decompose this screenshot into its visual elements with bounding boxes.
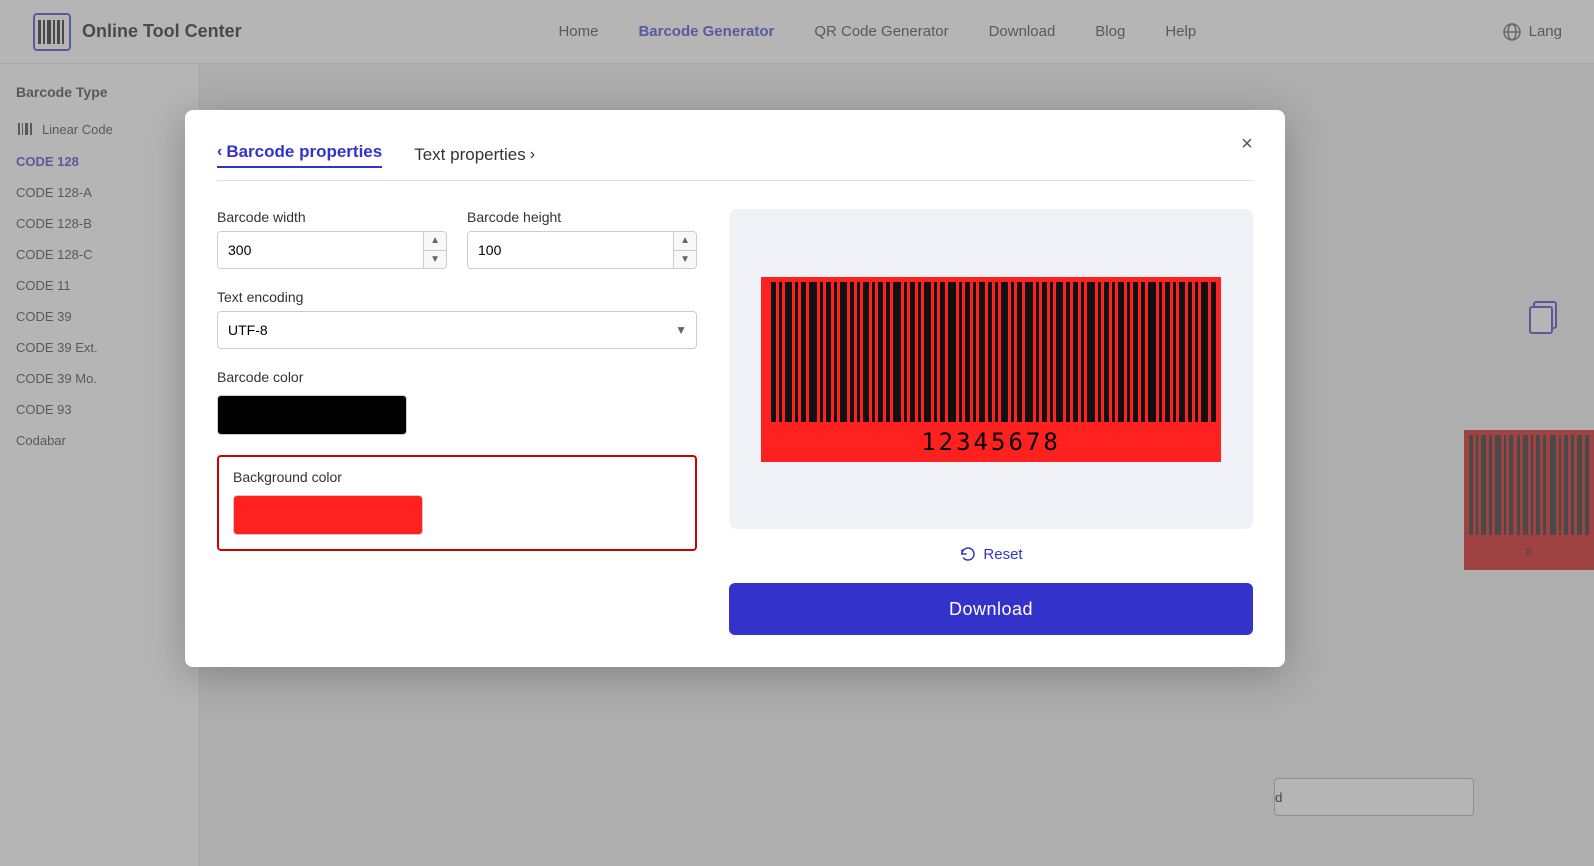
barcode-color-label: Barcode color: [217, 369, 697, 385]
width-group: Barcode width ▲ ▼: [217, 209, 447, 269]
width-stepper: ▲ ▼: [423, 232, 446, 268]
bg-color-label: Background color: [233, 469, 681, 485]
height-stepper: ▲ ▼: [673, 232, 696, 268]
barcode-width-input-wrapper: ▲ ▼: [217, 231, 447, 269]
reset-icon: [959, 545, 977, 563]
modal-body: Barcode width ▲ ▼ Barcode height: [217, 209, 1253, 635]
bg-color-box: Background color: [217, 455, 697, 551]
text-encoding-label: Text encoding: [217, 289, 697, 305]
barcode-height-label: Barcode height: [467, 209, 697, 225]
right-arrow-icon: ›: [530, 146, 535, 164]
reset-label: Reset: [983, 546, 1022, 563]
barcode-color-group: Barcode color: [217, 369, 697, 435]
tab-barcode-properties[interactable]: ‹ Barcode properties: [217, 142, 382, 168]
download-button[interactable]: Download: [729, 583, 1253, 635]
width-up-button[interactable]: ▲: [424, 232, 446, 251]
tab-text-label: Text properties: [414, 145, 526, 165]
height-up-button[interactable]: ▲: [674, 232, 696, 251]
tab-text-properties[interactable]: Text properties ›: [414, 145, 535, 165]
barcode-color-swatch[interactable]: [217, 395, 407, 435]
encoding-select-wrapper: UTF-8 ISO-8859-1 ASCII ▼: [217, 311, 697, 349]
tab-barcode-label: Barcode properties: [226, 142, 382, 162]
barcode-width-input[interactable]: [218, 232, 423, 268]
left-arrow-icon: ‹: [217, 143, 222, 161]
preview-area: 12345678: [729, 209, 1253, 529]
barcode-height-input-wrapper: ▲ ▼: [467, 231, 697, 269]
encoding-group: Text encoding UTF-8 ISO-8859-1 ASCII ▼: [217, 289, 697, 349]
modal: × ‹ Barcode properties Text properties ›…: [185, 110, 1285, 667]
bg-color-group: Background color: [233, 469, 681, 535]
height-group: Barcode height ▲ ▼: [467, 209, 697, 269]
reset-button[interactable]: Reset: [959, 545, 1022, 563]
barcode-width-label: Barcode width: [217, 209, 447, 225]
bg-color-swatch[interactable]: [233, 495, 423, 535]
modal-tabs: ‹ Barcode properties Text properties ›: [217, 142, 1253, 181]
width-down-button[interactable]: ▼: [424, 251, 446, 269]
modal-form: Barcode width ▲ ▼ Barcode height: [217, 209, 697, 635]
svg-text:12345678: 12345678: [921, 428, 1061, 456]
modal-preview: 12345678 Reset Download: [729, 209, 1253, 635]
encoding-select[interactable]: UTF-8 ISO-8859-1 ASCII: [217, 311, 697, 349]
close-button[interactable]: ×: [1233, 130, 1261, 158]
barcode-preview: 12345678: [761, 277, 1221, 462]
dimension-row: Barcode width ▲ ▼ Barcode height: [217, 209, 697, 269]
barcode-color-swatch-container: [217, 395, 697, 435]
barcode-svg: 12345678: [761, 277, 1221, 462]
barcode-height-input[interactable]: [468, 232, 673, 268]
bg-color-swatch-container: [233, 495, 681, 535]
height-down-button[interactable]: ▼: [674, 251, 696, 269]
